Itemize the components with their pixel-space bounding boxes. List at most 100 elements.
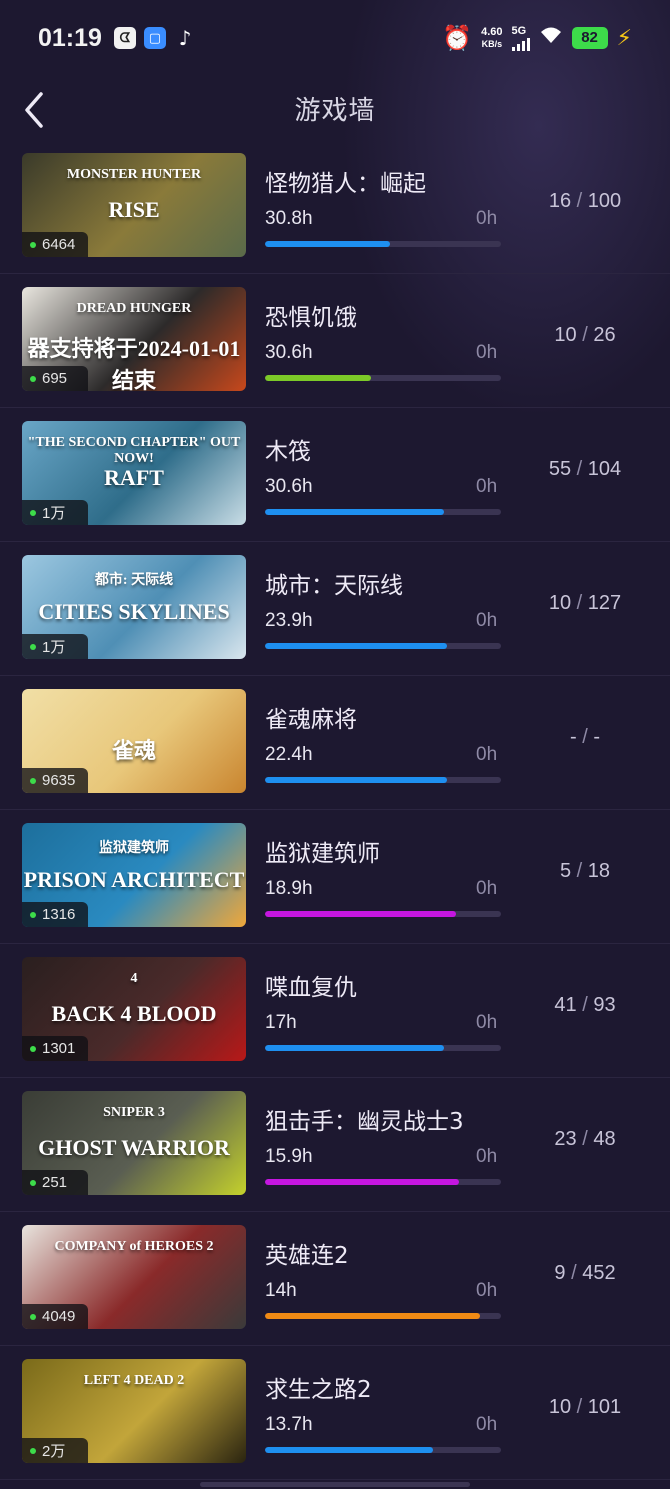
- game-row[interactable]: MONSTER HUNTER RISE 6464 怪物猎人：崛起 30.8h 0…: [0, 140, 670, 274]
- online-dot-icon: [30, 1045, 36, 1052]
- game-name: 城市：天际线: [265, 573, 403, 599]
- playtime-recent: 0h: [476, 208, 498, 229]
- game-cover-title: 都市: 天际线: [94, 573, 174, 588]
- game-row[interactable]: 监狱建筑师 PRISON ARCHITECT 1316 监狱建筑师 18.9h …: [0, 810, 670, 944]
- playtime-total: 22.4h: [265, 744, 313, 765]
- playtime-total: 14h: [265, 1280, 297, 1301]
- achievement-separator: /: [571, 860, 588, 882]
- achievement-separator: /: [576, 994, 594, 1016]
- online-count: 1万: [42, 505, 66, 522]
- achievement-count: 55 / 104: [520, 458, 650, 481]
- online-dot-icon: [30, 911, 36, 918]
- game-row[interactable]: 都市: 天际线 CITIES SKYLINES 1万 城市：天际线 23.9h …: [0, 542, 670, 676]
- achievement-total: 452: [582, 1262, 616, 1284]
- playtime-progress-bar: [265, 375, 501, 381]
- game-row[interactable]: SNIPER 3 GHOST WARRIOR 251 狙击手：幽灵战士3 15.…: [0, 1078, 670, 1212]
- cellular-signal: 5G: [511, 25, 530, 51]
- game-row[interactable]: DREAD HUNGER 器支持将于2024-01-01结束 695 恐惧饥饿 …: [0, 274, 670, 408]
- online-count-badge: 1301: [22, 1036, 88, 1061]
- playtime-progress-fill: [265, 241, 391, 247]
- playtime-progress-bar: [265, 509, 501, 515]
- game-row[interactable]: LEFT 4 DEAD 2 2万 求生之路2 13.7h 0h 10 / 101: [0, 1346, 670, 1480]
- achievement-total: 48: [593, 1128, 616, 1150]
- game-cover-title: LEFT 4 DEAD 2: [83, 1373, 185, 1388]
- achievement-done: 55: [548, 458, 572, 480]
- game-cover-subtitle: PRISON ARCHITECT: [23, 867, 245, 892]
- playtime-recent: 0h: [476, 1146, 498, 1167]
- online-count: 9635: [42, 772, 76, 789]
- achievement-total: 127: [587, 592, 622, 614]
- playtime-total: 30.6h: [265, 476, 313, 497]
- status-bar: 01:19 ᗧ ▢ ♪ ⏰ 4.60 KB/s 5G 82 ⚡: [0, 0, 670, 76]
- playtime-recent: 0h: [476, 1414, 498, 1435]
- header: 游戏墙: [0, 80, 670, 140]
- online-count-badge: 2万: [22, 1438, 88, 1463]
- game-name: 喋血复仇: [265, 975, 357, 1001]
- game-cover-subtitle: RISE: [108, 197, 160, 222]
- app-notification-icon: ᗧ: [113, 27, 136, 49]
- playtime-total: 13.7h: [265, 1414, 313, 1435]
- online-count-badge: 695: [22, 366, 88, 391]
- game-name: 木筏: [265, 439, 311, 465]
- game-list: MONSTER HUNTER RISE 6464 怪物猎人：崛起 30.8h 0…: [0, 140, 670, 1480]
- home-indicator[interactable]: [200, 1482, 470, 1487]
- achievement-done: 16: [548, 190, 572, 212]
- game-row[interactable]: 雀魂 9635 雀魂麻将 22.4h 0h - / -: [0, 676, 670, 810]
- game-cover-title: DREAD HUNGER: [76, 301, 192, 316]
- game-row[interactable]: COMPANY of HEROES 2 4049 英雄连2 14h 0h 9 /…: [0, 1212, 670, 1346]
- achievement-total: 93: [593, 994, 616, 1016]
- achievement-done: 5: [559, 860, 572, 882]
- achievement-total: 101: [587, 1396, 622, 1418]
- playtime-recent: 0h: [476, 342, 498, 363]
- game-cover-subtitle: GHOST WARRIOR: [38, 1135, 230, 1160]
- achievement-total: 26: [593, 324, 616, 346]
- game-name: 监狱建筑师: [265, 841, 380, 867]
- playtime-progress-bar: [265, 1313, 501, 1319]
- playtime-recent: 0h: [476, 610, 498, 631]
- online-count-badge: 6464: [22, 232, 88, 257]
- achievement-total: 100: [587, 190, 622, 212]
- playtime-progress-fill: [265, 1179, 459, 1185]
- game-name: 狙击手：幽灵战士3: [265, 1109, 464, 1135]
- online-count: 251: [42, 1174, 68, 1191]
- online-count-badge: 1万: [22, 634, 88, 659]
- playtime-progress-bar: [265, 911, 501, 917]
- page-title: 游戏墙: [294, 96, 376, 126]
- achievement-separator: /: [571, 190, 588, 212]
- achievement-done: 9: [554, 1262, 566, 1284]
- playtime-progress-bar: [265, 1179, 501, 1185]
- network-type: 5G: [511, 25, 527, 37]
- achievement-separator: /: [571, 592, 588, 614]
- game-cover-subtitle: 雀魂: [111, 738, 156, 763]
- achievement-separator: /: [565, 1262, 583, 1284]
- achievement-count: 16 / 100: [520, 190, 650, 213]
- achievement-count: 10 / 127: [520, 592, 650, 615]
- achievement-count: 41 / 93: [520, 994, 650, 1017]
- online-dot-icon: [30, 241, 36, 248]
- game-name: 求生之路2: [265, 1377, 372, 1403]
- app-notification-icon: ▢: [143, 27, 166, 49]
- game-row[interactable]: 4 BACK 4 BLOOD 1301 喋血复仇 17h 0h 41 / 93: [0, 944, 670, 1078]
- achievement-total: -: [593, 726, 600, 748]
- online-dot-icon: [30, 509, 36, 516]
- achievement-count: 9 / 452: [520, 1262, 650, 1285]
- playtime-progress-bar: [265, 777, 501, 783]
- battery-level: 82: [571, 27, 608, 49]
- playtime-recent: 0h: [476, 744, 498, 765]
- game-name: 英雄连2: [265, 1243, 349, 1269]
- playtime-progress-fill: [265, 509, 445, 515]
- playtime-recent: 0h: [476, 476, 498, 497]
- game-cover-subtitle: BACK 4 BLOOD: [51, 1001, 217, 1026]
- online-dot-icon: [30, 1447, 36, 1454]
- achievement-total: 104: [587, 458, 622, 480]
- online-count: 1316: [42, 906, 76, 923]
- tiktok-icon: ♪: [178, 26, 192, 50]
- game-cover-title: COMPANY of HEROES 2: [54, 1239, 214, 1254]
- game-cover-subtitle: CITIES SKYLINES: [38, 599, 230, 624]
- online-dot-icon: [30, 777, 36, 784]
- game-cover-title: "THE SECOND CHAPTER" OUT NOW!: [27, 435, 241, 466]
- clock: 01:19: [38, 23, 102, 52]
- playtime-total: 23.9h: [265, 610, 313, 631]
- game-row[interactable]: "THE SECOND CHAPTER" OUT NOW! RAFT 1万 木筏…: [0, 408, 670, 542]
- online-dot-icon: [30, 1313, 36, 1320]
